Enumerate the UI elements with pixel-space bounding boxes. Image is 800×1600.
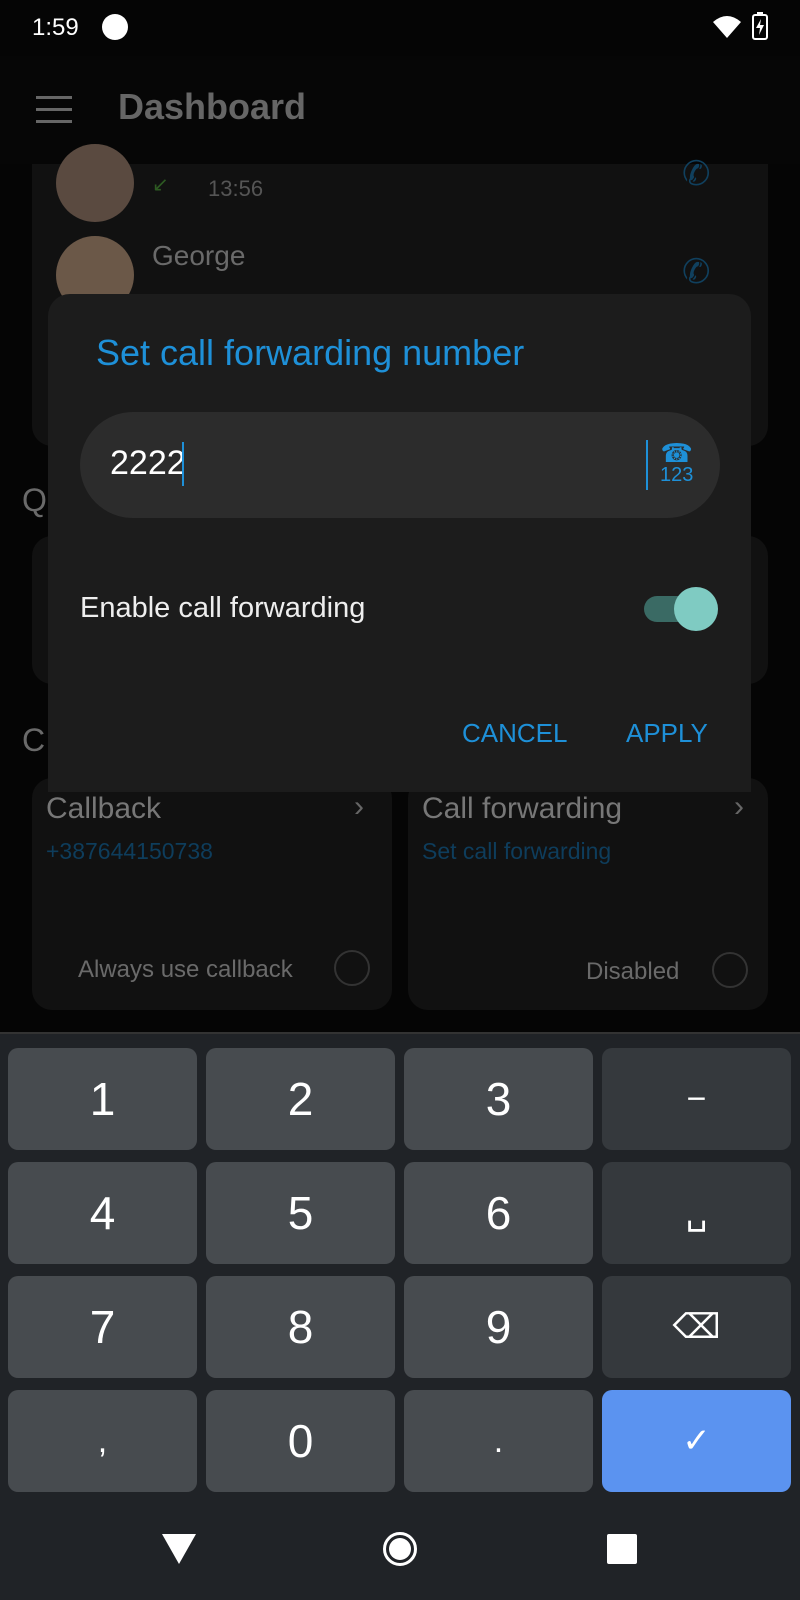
section-heading: Q: [22, 482, 47, 518]
battery-charging-icon: [752, 12, 768, 40]
incoming-call-icon: ↙: [152, 174, 169, 196]
toggle-label: Enable call forwarding: [80, 592, 366, 624]
input-value: 2222: [110, 444, 186, 482]
key-3[interactable]: 3: [404, 1048, 593, 1150]
key-5[interactable]: 5: [206, 1162, 395, 1264]
card-footer: Always use callback: [78, 956, 293, 983]
recents-icon[interactable]: [607, 1534, 637, 1564]
app-bar: Dashboard: [0, 56, 800, 164]
avatar: [56, 144, 134, 222]
menu-icon[interactable]: [36, 96, 72, 123]
forwarding-number-input[interactable]: 2222 ☎ 123: [80, 412, 720, 518]
key-comma[interactable]: ,: [8, 1390, 197, 1492]
power-icon[interactable]: [712, 952, 748, 988]
status-bar: 1:59: [0, 0, 800, 56]
apply-button[interactable]: APPLY: [626, 718, 708, 749]
card-title: Callback: [46, 792, 162, 825]
contact-name: George: [152, 240, 246, 271]
app-notification-icon: [102, 14, 128, 40]
back-icon[interactable]: [162, 1534, 196, 1564]
chevron-right-icon: ›: [734, 790, 744, 823]
key-minus[interactable]: −: [602, 1048, 791, 1150]
key-0[interactable]: 0: [206, 1390, 395, 1492]
call-icon[interactable]: ✆: [682, 252, 711, 292]
key-4[interactable]: 4: [8, 1162, 197, 1264]
status-time: 1:59: [32, 14, 79, 41]
navigation-bar: [0, 1500, 800, 1600]
call-forwarding-card[interactable]: Call forwarding › Set call forwarding Di…: [408, 778, 768, 1010]
dialpad-icon[interactable]: ☎ 123: [660, 440, 693, 486]
key-6[interactable]: 6: [404, 1162, 593, 1264]
chevron-right-icon: ›: [354, 790, 364, 823]
key-2[interactable]: 2: [206, 1048, 395, 1150]
callback-card[interactable]: Callback › +387644150738 Always use call…: [32, 778, 392, 1010]
key-backspace[interactable]: ⌫: [602, 1276, 791, 1378]
numeric-keyboard: 1 2 3− 4 5 6 ␣ 7 8 9 ⌫, 0. ✓: [0, 1032, 800, 1500]
dialog-title: Set call forwarding number: [96, 332, 525, 373]
key-period[interactable]: .: [404, 1390, 593, 1492]
key-space[interactable]: ␣: [602, 1162, 791, 1264]
divider: [646, 440, 648, 490]
enable-forwarding-toggle[interactable]: [644, 587, 718, 631]
cancel-button[interactable]: CANCEL: [462, 718, 567, 749]
power-icon[interactable]: [334, 950, 370, 986]
wifi-icon: [713, 16, 741, 38]
home-icon[interactable]: [383, 1532, 417, 1566]
key-8[interactable]: 8: [206, 1276, 395, 1378]
call-forwarding-dialog: Set call forwarding number 2222 ☎ 123 Ena…: [48, 294, 751, 792]
card-subtitle: Set call forwarding: [422, 838, 612, 864]
page-title: Dashboard: [118, 86, 307, 127]
key-done[interactable]: ✓: [602, 1390, 791, 1492]
card-subtitle: +387644150738: [46, 838, 213, 864]
key-1[interactable]: 1: [8, 1048, 197, 1150]
card-footer: Disabled: [586, 958, 680, 985]
key-9[interactable]: 9: [404, 1276, 593, 1378]
key-7[interactable]: 7: [8, 1276, 197, 1378]
text-cursor: [182, 442, 184, 486]
call-time: 13:56: [208, 176, 264, 201]
call-icon[interactable]: ✆: [682, 154, 711, 194]
section-heading: C: [22, 722, 46, 758]
card-title: Call forwarding: [422, 792, 623, 825]
